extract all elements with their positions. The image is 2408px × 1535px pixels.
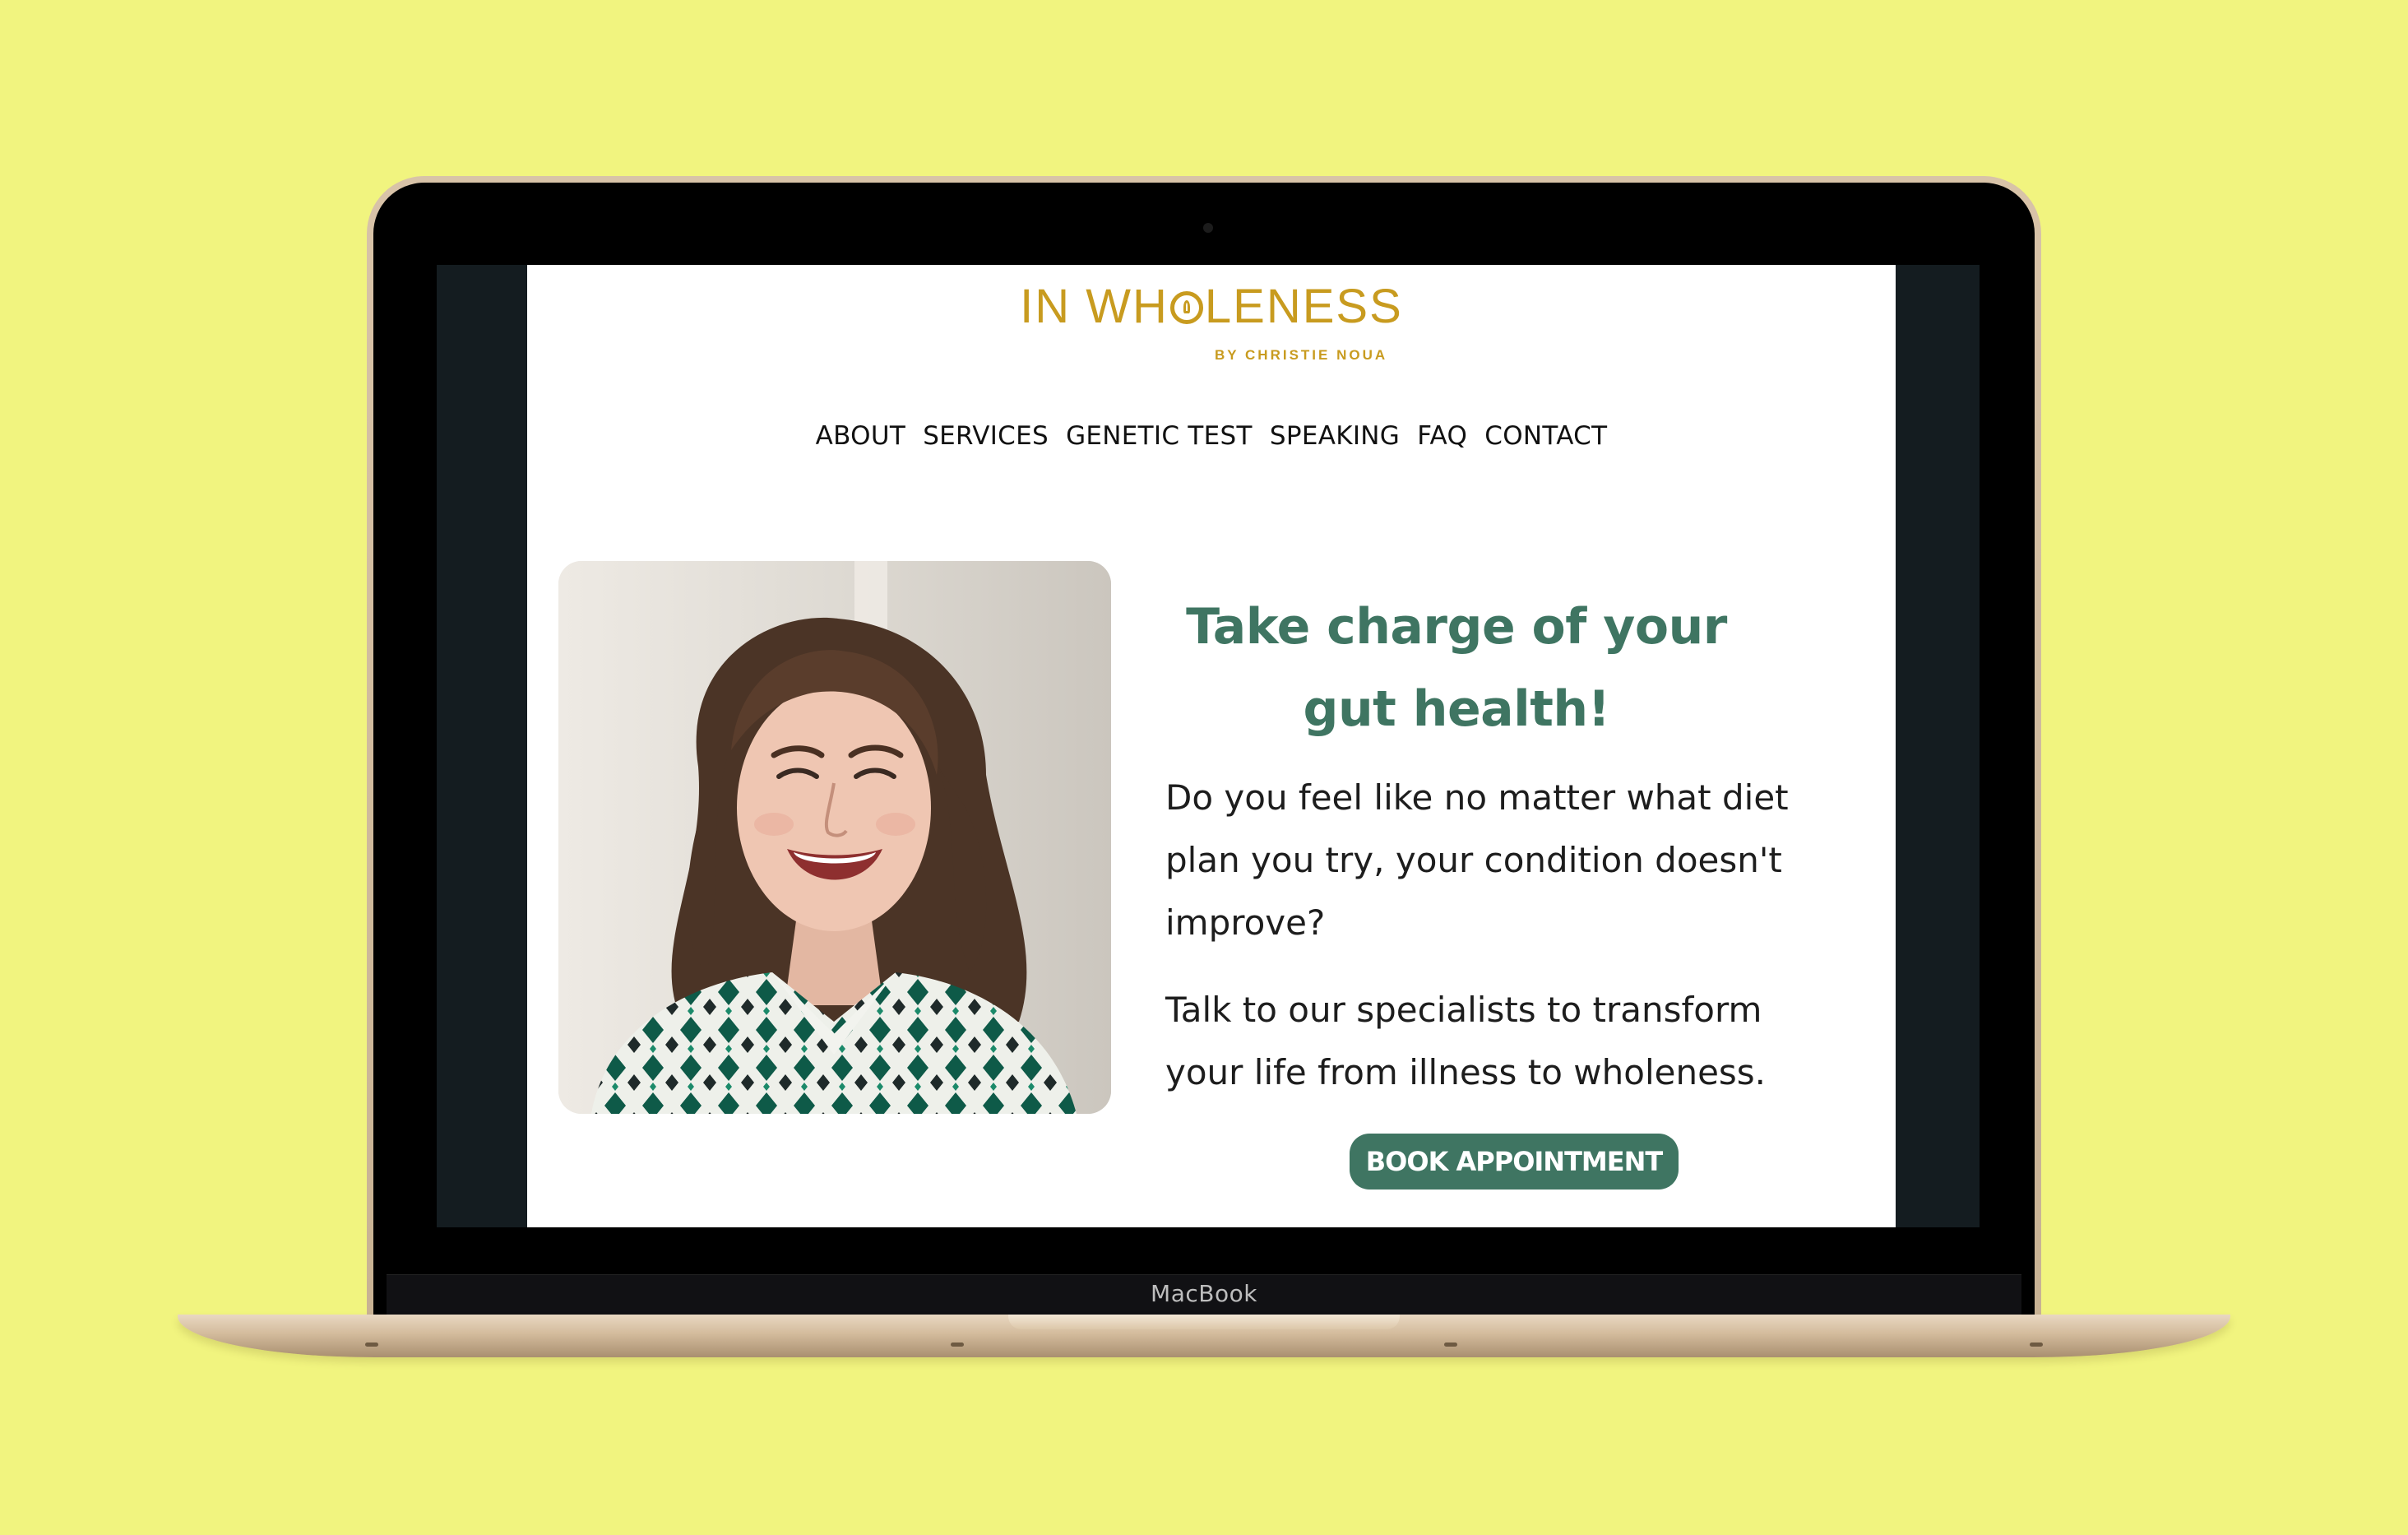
main-nav: ABOUT SERVICES GENETIC TEST SPEAKING FAQ…	[527, 421, 1896, 451]
book-appointment-button[interactable]: BOOK APPOINTMENT	[1350, 1134, 1679, 1190]
camera-icon	[1203, 223, 1213, 233]
mockup-stage: IN WH LENESS BY CHRISTIE NOUA ABOUT SERVI…	[0, 0, 2408, 1535]
logo-wordmark: IN WH LENESS	[1020, 283, 1403, 331]
nav-item-speaking[interactable]: SPEAKING	[1270, 421, 1400, 451]
laptop-foot	[365, 1343, 378, 1347]
nav-item-contact[interactable]: CONTACT	[1484, 421, 1607, 451]
logo-tagline: BY CHRISTIE NOUA	[1215, 347, 1388, 363]
smiling-woman-portrait	[558, 561, 1111, 1114]
macbook-label: MacBook	[1151, 1280, 1257, 1307]
website-page: IN WH LENESS BY CHRISTIE NOUA ABOUT SERVI…	[527, 265, 1896, 1227]
hero-headline: Take charge of your gut health!	[1186, 598, 1727, 739]
laptop-hinge-notch	[1008, 1315, 1400, 1329]
nav-item-services[interactable]: SERVICES	[923, 421, 1049, 451]
laptop-lid: IN WH LENESS BY CHRISTIE NOUA ABOUT SERVI…	[367, 176, 2041, 1319]
laptop-foot	[1444, 1343, 1457, 1347]
hero-paragraph-2: Talk to our specialists to transform you…	[1165, 990, 1767, 1092]
logo-o-emblem-icon	[1169, 291, 1203, 324]
laptop-foot	[2030, 1343, 2043, 1347]
laptop-foot	[951, 1343, 964, 1347]
nav-item-about[interactable]: ABOUT	[816, 421, 905, 451]
hero-photo	[558, 561, 1111, 1114]
hero-paragraph-1: Do you feel like no matter what diet pla…	[1165, 777, 1789, 943]
nav-item-genetic-test[interactable]: GENETIC TEST	[1066, 421, 1253, 451]
laptop-base	[178, 1315, 2230, 1357]
laptop-bezel: IN WH LENESS BY CHRISTIE NOUA ABOUT SERVI…	[373, 183, 2035, 1319]
logo-text-right: LENESS	[1204, 280, 1403, 333]
laptop-screen: IN WH LENESS BY CHRISTIE NOUA ABOUT SERVI…	[437, 265, 1980, 1227]
site-logo[interactable]: IN WH LENESS BY CHRISTIE NOUA	[527, 283, 1896, 364]
logo-text-left: IN WH	[1020, 280, 1169, 333]
nav-item-faq[interactable]: FAQ	[1417, 421, 1467, 451]
laptop-chin: MacBook	[387, 1274, 2021, 1319]
